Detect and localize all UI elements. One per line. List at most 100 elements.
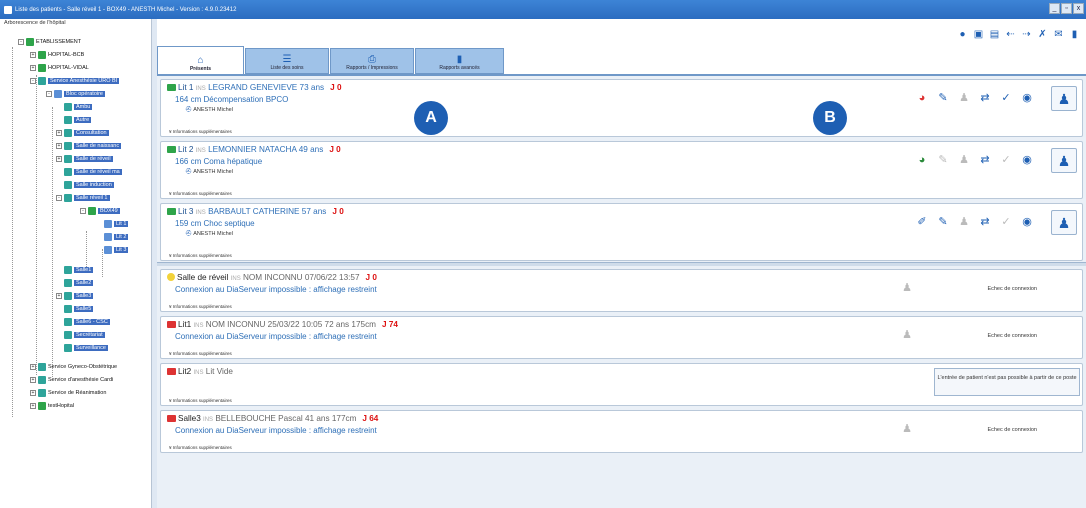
validation-icon[interactable]: ✓ [999,153,1013,167]
tree-node[interactable]: - ETABLISSEMENT [18,36,81,47]
more-icon[interactable]: ▮ [1069,30,1080,41]
open-patient-button[interactable]: ♟ [1051,148,1077,173]
collapse-icon[interactable]: - [46,90,52,97]
tree-node[interactable]: Secrétariat [64,329,105,340]
patient-card[interactable]: Salle3 INS BELLEBOUCHE Pascal 41 ans 177… [160,410,1083,453]
tree-node[interactable]: + Service Gyneco-Obstétrique [30,361,117,372]
monitor-icon[interactable]: ▣ [973,30,984,41]
patient-name[interactable]: LEGRAND GENEVIEVE 73 ans [208,83,324,92]
team-icon[interactable]: ♟ [957,215,971,229]
tab-rapports-avances[interactable]: ▮ Rapports avancés [415,48,504,74]
expand-icon[interactable]: + [30,376,36,383]
arrow-out-icon[interactable]: ⇢ [1021,30,1032,41]
open-patient-button[interactable]: ♟ [1051,210,1077,235]
patient-card[interactable]: Lit 2 INS LEMONNIER NATACHA 49 ans J 0 16… [160,141,1083,199]
expand-icon[interactable]: + [30,402,36,409]
expand-icon[interactable]: + [56,155,62,162]
clock-icon[interactable]: ◉ [1020,91,1034,105]
expand-icon[interactable]: + [56,292,62,299]
expand-icon[interactable]: + [30,363,36,370]
close-button[interactable]: x [1073,3,1084,14]
tree-node[interactable]: + Salle de réveil [56,153,113,164]
maximize-button[interactable]: ▫ [1061,3,1072,14]
handover-icon[interactable]: ⇄ [978,215,992,229]
tree-node[interactable]: + HOPITAL-VIDAL [30,62,89,73]
open-patient-button[interactable]: ♟ [1051,86,1077,111]
patient-name[interactable]: LEMONNIER NATACHA 49 ans [208,145,323,154]
syringe-icon[interactable]: ✐ [915,215,929,229]
expand-icon[interactable]: + [56,142,62,149]
tree-node[interactable]: Salle induction [64,179,114,190]
tree-node[interactable]: Lit 3 [104,244,129,255]
collapse-icon[interactable]: - [18,38,24,45]
team-icon[interactable]: ♟ [957,153,971,167]
expand-icon[interactable]: + [30,389,36,396]
tree-node[interactable]: + Service de Réanimation [30,387,106,398]
arrow-in-icon[interactable]: ⇠ [1005,30,1016,41]
tree-node[interactable]: - Bloc opératoire [46,88,105,99]
patient-card[interactable]: Lit1 INS NOM INCONNU 25/03/22 10:05 72 a… [160,316,1083,359]
collapse-icon[interactable]: - [30,77,36,84]
validation-icon[interactable]: ✓ [999,91,1013,105]
tree-node[interactable]: + Service d'anesthésie Cardi [30,374,113,385]
handover-icon[interactable]: ⇄ [978,91,992,105]
user-icon[interactable]: ● [957,30,968,41]
patient-name[interactable]: BARBAULT CATHERINE 57 ans [208,207,326,216]
tree-node[interactable]: - BOX49 [80,205,120,216]
tree-node[interactable]: - Service Anesthésie URO BI [30,75,120,86]
tab-rapports-impressions[interactable]: ⎙ Rapports / Impressions [330,48,414,74]
tree-node[interactable]: + Salle3 [56,290,94,301]
expand-icon[interactable]: + [30,64,36,71]
transfer-icon[interactable]: ▤ [989,30,1000,41]
tree-node[interactable]: Ambu [64,101,93,112]
minimize-button[interactable]: _ [1049,3,1060,14]
handover-icon[interactable]: ⇄ [978,153,992,167]
mail-icon[interactable]: ✉ [1053,30,1064,41]
remove-user-icon[interactable]: ✗ [1037,30,1048,41]
clock-icon[interactable]: ◉ [1020,215,1034,229]
prescription-icon[interactable]: ✎ [936,153,950,167]
patient-name[interactable]: Lit Vide [206,367,233,376]
patient-card[interactable]: Lit 1 INS LEGRAND GENEVIEVE 73 ans J 0 16… [160,79,1083,137]
tab-presents[interactable]: ⌂ Présents [157,46,244,74]
tree-node[interactable]: - Salle réveil 1 [56,192,110,203]
capsule-icon[interactable]: ◕ [915,91,929,105]
patient-card[interactable]: Lit2 INS Lit Vide ¥ Informations supplém… [160,363,1083,406]
tree-node[interactable]: + Consultation [56,127,109,138]
team-icon[interactable]: ♟ [957,91,971,105]
tree-node[interactable]: + testHopital [30,400,74,411]
capsule-icon[interactable]: ◕ [915,153,929,167]
more-info-toggle[interactable]: ¥ Informations supplémentaires [169,129,232,134]
tree-node[interactable]: Surveillance [64,342,108,353]
patient-card[interactable]: Salle de réveil INS NOM INCONNU 07/06/22… [160,269,1083,312]
tree-node[interactable]: Salle5 [64,303,94,314]
collapse-icon[interactable]: - [56,194,62,201]
tree-node[interactable]: Lit 2 [104,231,129,242]
prescription-icon[interactable]: ✎ [936,91,950,105]
expand-icon[interactable]: + [56,129,62,136]
tree-node[interactable]: Salle6 - CSC [64,316,110,327]
more-info-toggle[interactable]: ¥ Informations supplémentaires [169,398,232,403]
prescription-icon[interactable]: ✎ [936,215,950,229]
clock-icon[interactable]: ◉ [1020,153,1034,167]
more-info-toggle[interactable]: ¥ Informations supplémentaires [169,445,232,450]
more-info-toggle[interactable]: ¥ Informations supplémentaires [169,253,232,258]
more-info-toggle[interactable]: ¥ Informations supplémentaires [169,191,232,196]
tree-node[interactable]: + HOPITAL-BCB [30,49,84,60]
tree-node[interactable]: Autre [64,114,92,125]
patient-card[interactable]: Lit 3 INS BARBAULT CATHERINE 57 ans J 0 1… [160,203,1083,261]
tree-node[interactable]: + Salle de naissanc [56,140,122,151]
patient-name[interactable]: NOM INCONNU 07/06/22 13:57 [243,273,360,282]
patient-name[interactable]: BELLEBOUCHE Pascal 41 ans 177cm [215,414,356,423]
validation-icon[interactable]: ✓ [999,215,1013,229]
tree-node[interactable]: Salle1 [64,264,94,275]
more-info-toggle[interactable]: ¥ Informations supplémentaires [169,304,232,309]
tree-node[interactable]: Lit 1 [104,218,129,229]
tab-liste-soins[interactable]: ☰ Liste des soins [245,48,329,74]
expand-icon[interactable]: + [30,51,36,58]
patient-name[interactable]: NOM INCONNU 25/03/22 10:05 72 ans 175cm [206,320,376,329]
tree-node[interactable]: Salle2 [64,277,94,288]
more-info-toggle[interactable]: ¥ Informations supplémentaires [169,351,232,356]
collapse-icon[interactable]: - [80,207,86,214]
tree-node[interactable]: Salle de réveil ma [64,166,122,177]
